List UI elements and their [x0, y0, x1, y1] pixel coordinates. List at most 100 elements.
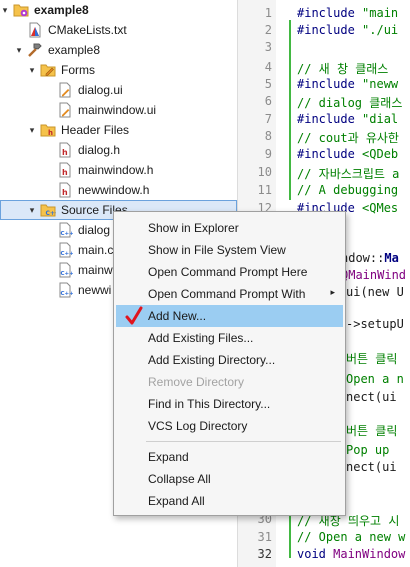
menu-item-show-in-file-system-view[interactable]: Show in File System View	[116, 239, 343, 261]
tree-item-label: example8	[48, 43, 101, 57]
context-menu: Show in Explorer Show in File System View…	[113, 211, 346, 516]
code-token: void	[297, 547, 334, 561]
menu-item-label: Open Command Prompt With	[148, 287, 306, 301]
tree-item-target-example8[interactable]: ▾ example8	[0, 40, 237, 60]
menu-item-add-existing-directory[interactable]: Add Existing Directory...	[116, 349, 343, 371]
tree-item-label: newwindow.h	[78, 183, 150, 197]
tree-item-label: Forms	[61, 63, 95, 77]
code-line: #include "main	[297, 6, 398, 20]
tree-item-project-example8[interactable]: ▾ example8	[0, 0, 237, 20]
code-line: QMainWind	[341, 268, 406, 282]
code-token: // 새창 띄우고 시	[297, 514, 400, 528]
collapse-arrow-icon[interactable]: ▾	[0, 5, 10, 16]
tree-item-dialog-ui[interactable]: dialog.ui	[0, 80, 237, 100]
change-indicator-bar	[289, 20, 291, 200]
code-token: 버튼 클릭	[346, 352, 398, 366]
code-token: "neww	[362, 77, 399, 91]
menu-item-vcs-log-directory[interactable]: VCS Log Directory	[116, 415, 343, 437]
code-token: #include	[297, 23, 363, 37]
menu-item-open-command-prompt-here[interactable]: Open Command Prompt Here	[116, 261, 343, 283]
tree-item-label: CMakeLists.txt	[48, 23, 127, 37]
tree-item-label: example8	[34, 3, 89, 17]
code-token: // 새 창 클래스	[297, 62, 389, 76]
collapse-arrow-icon[interactable]: ▾	[14, 45, 24, 56]
menu-item-add-new[interactable]: Add New...	[116, 305, 343, 327]
code-line: // dialog 클래스	[297, 94, 402, 111]
menu-item-label: Add Existing Files...	[148, 331, 254, 345]
tree-item-label: dialog.ui	[78, 83, 123, 97]
svg-text:C++: C++	[61, 291, 74, 297]
tree-item-label: dialog	[78, 223, 111, 237]
code-token: #include	[297, 147, 363, 161]
menu-item-find-in-this-directory[interactable]: Find in This Directory...	[116, 393, 343, 415]
collapse-arrow-icon[interactable]: ▾	[27, 205, 37, 216]
line-number: 4	[264, 60, 272, 74]
code-token: QMainWind	[341, 268, 407, 282]
code-line: nect(ui	[346, 460, 397, 474]
menu-item-open-command-prompt-with[interactable]: Open Command Prompt With ▸	[116, 283, 343, 305]
collapse-arrow-icon[interactable]: ▾	[27, 125, 37, 136]
tree-item-newwindow-h[interactable]: h newwindow.h	[0, 180, 237, 200]
menu-item-expand[interactable]: Expand	[116, 446, 343, 468]
menu-item-label: Open Command Prompt Here	[148, 265, 308, 279]
collapse-arrow-icon[interactable]: ▾	[27, 65, 37, 76]
code-token: (new U	[360, 285, 404, 299]
tree-item-label: mainwindow.ui	[78, 103, 157, 117]
menu-item-label: Add New...	[148, 309, 207, 323]
code-line: // 자바스크립트 a	[297, 165, 399, 182]
code-line: ->setupU	[346, 317, 404, 331]
tree-item-header-files[interactable]: ▾ h Header Files	[0, 120, 237, 140]
svg-text:h: h	[62, 168, 68, 177]
code-token: // cout과 유사한	[297, 131, 399, 145]
line-number: 10	[257, 165, 272, 179]
code-token: Ma	[384, 251, 399, 265]
code-line: ndow::Ma	[341, 251, 399, 265]
line-number: 1	[264, 6, 272, 20]
tree-item-dialog-h[interactable]: h dialog.h	[0, 140, 237, 160]
cpp-file-icon: C++	[59, 222, 73, 238]
code-token: // 자바스크립트 a	[297, 167, 400, 181]
menu-item-label: Remove Directory	[148, 375, 245, 389]
code-token: ui	[346, 285, 361, 299]
tree-item-label: main.c	[78, 243, 114, 257]
tree-item-cmakelists[interactable]: CMakeLists.txt	[0, 20, 237, 40]
cpp-file-icon: C++	[59, 262, 73, 278]
header-folder-icon: h	[40, 124, 56, 137]
code-line: #include <QDeb	[297, 147, 398, 161]
tree-item-label: Header Files	[61, 123, 130, 137]
code-line: 버튼 클릭	[346, 350, 397, 367]
code-token: // Open a new w	[297, 530, 406, 544]
tree-item-label: mainw	[78, 263, 113, 277]
code-token: Pop up	[346, 443, 390, 457]
menu-item-show-in-explorer[interactable]: Show in Explorer	[116, 217, 343, 239]
tree-item-label: newwi	[78, 283, 112, 297]
header-file-icon: h	[59, 182, 71, 198]
line-number: 7	[264, 112, 272, 126]
code-line: // Open a new w	[297, 530, 405, 544]
code-line: #include "./ui	[297, 23, 398, 37]
menu-item-collapse-all[interactable]: Collapse All	[116, 468, 343, 490]
code-token: <QDeb	[362, 147, 399, 161]
header-file-icon: h	[59, 142, 71, 158]
code-token: (ui	[374, 390, 397, 404]
hammer-icon	[28, 43, 42, 57]
cmake-file-icon	[29, 22, 41, 38]
code-token: nect	[346, 460, 375, 474]
menu-item-remove-directory: Remove Directory	[116, 371, 343, 393]
line-number: 3	[264, 40, 272, 54]
menu-item-add-existing-files[interactable]: Add Existing Files...	[116, 327, 343, 349]
tree-item-mainwindow-ui[interactable]: mainwindow.ui	[0, 100, 237, 120]
tree-item-forms[interactable]: ▾ Forms	[0, 60, 237, 80]
tree-item-mainwindow-h[interactable]: h mainwindow.h	[0, 160, 237, 180]
code-token: <QMes	[362, 201, 399, 215]
line-number: 5	[264, 77, 272, 91]
ui-file-icon	[59, 102, 71, 118]
code-token: // dialog 클래스	[297, 96, 403, 110]
menu-item-expand-all[interactable]: Expand All	[116, 490, 343, 512]
code-token: "main	[362, 6, 399, 20]
svg-text:C++: C++	[46, 210, 57, 217]
svg-text:h: h	[48, 129, 53, 137]
line-number: 31	[257, 530, 272, 544]
code-token: ndow::	[341, 251, 385, 265]
cmake-project-icon	[13, 4, 29, 17]
